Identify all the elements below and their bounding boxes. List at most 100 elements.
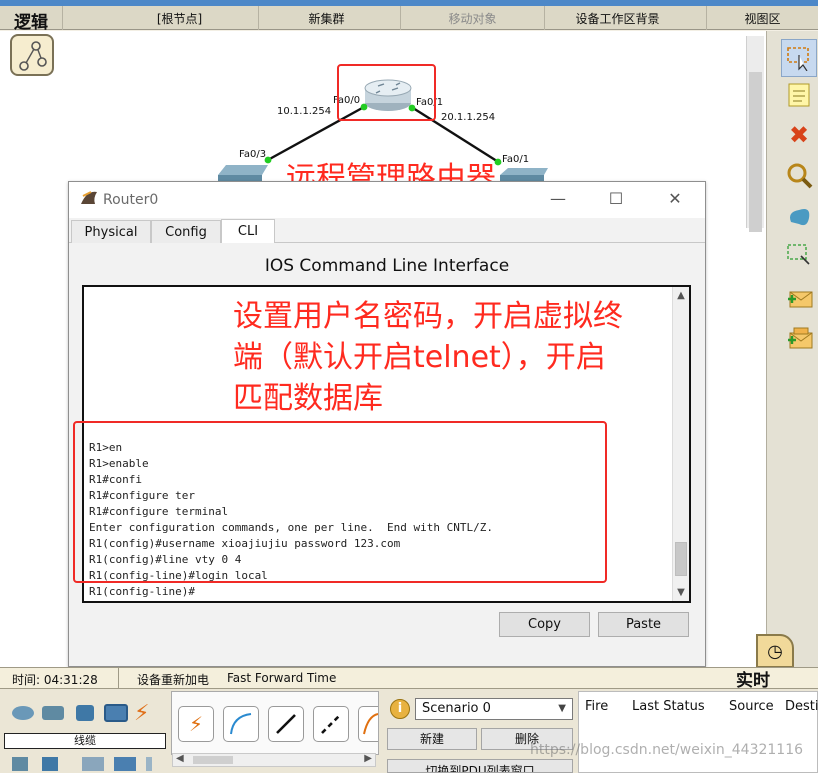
- connections-horizontal-scrollbar[interactable]: ◀ ▶: [172, 753, 376, 767]
- simple-pdu-icon: [788, 291, 813, 308]
- lightning-icon: ⚡: [188, 712, 204, 736]
- terminal-line: R1(config-line)#: [89, 585, 195, 598]
- workspace-vertical-scrollbar[interactable]: [746, 36, 764, 232]
- tool-palette: ✖: [766, 31, 818, 667]
- realtime-mode-label[interactable]: 实时: [736, 666, 770, 691]
- select-tool[interactable]: [781, 39, 817, 77]
- routers-category-icon[interactable]: [12, 706, 34, 720]
- router0-window: Router0 — ☐ ✕ Physical Config CLI IOS Co…: [68, 181, 706, 667]
- scroll-up-arrow-icon[interactable]: ▲: [673, 290, 689, 301]
- auto-connection-button[interactable]: ⚡: [178, 706, 214, 742]
- add-complex-pdu-tool[interactable]: [783, 323, 815, 355]
- terminal-line: R1>enable: [89, 457, 149, 470]
- workspace-background-button[interactable]: 设备工作区背景: [544, 6, 690, 30]
- tab-config[interactable]: Config: [151, 220, 221, 243]
- link-up-indicator: [408, 104, 416, 112]
- minimize-button[interactable]: —: [543, 186, 573, 212]
- terminal-output[interactable]: R1>en R1>enable R1#confi R1#configure ter R1…: [89, 440, 493, 600]
- chevron-down-icon: ▼: [558, 703, 566, 714]
- port-label-fa0-0: Fa0/0: [333, 95, 360, 106]
- terminal-line: R1#configure ter: [89, 489, 195, 502]
- shape-icon: [790, 209, 810, 226]
- config-annotation: 设置用户名密码，开启虚拟终 端（默认开启telnet），开启 匹配数据库: [233, 296, 623, 419]
- crossover-cable-icon: [321, 714, 341, 734]
- ip-label-right: 20.1.1.254: [441, 112, 495, 123]
- resize-shape-tool[interactable]: [783, 239, 815, 271]
- paste-button[interactable]: Paste: [598, 612, 689, 637]
- config-annotation-line: 匹配数据库: [233, 381, 383, 416]
- scenario-value: Scenario 0: [422, 701, 491, 716]
- delete-tool[interactable]: ✖: [783, 119, 815, 151]
- maximize-icon: ☐: [608, 189, 624, 208]
- wireless-category-icon[interactable]: [104, 704, 128, 722]
- terminal-scroll-thumb[interactable]: [675, 542, 687, 576]
- fiber-cable-icon: [362, 713, 378, 735]
- info-icon[interactable]: i: [390, 699, 410, 719]
- column-header-source[interactable]: Source: [729, 699, 774, 714]
- window-title: Router0: [103, 192, 159, 208]
- console-cable-icon: [230, 713, 252, 735]
- simulation-time: 时间: 04:31:28: [12, 673, 98, 687]
- inspect-tool[interactable]: [783, 159, 815, 191]
- terminal-line: R1#confi: [89, 473, 142, 486]
- link-up-indicator: [360, 103, 368, 111]
- switch1-port-label: Fa0/1: [502, 154, 529, 165]
- draw-shape-tool[interactable]: [783, 199, 815, 231]
- scenario-select[interactable]: Scenario 0 ▼: [415, 698, 573, 720]
- power-cycle-devices-button[interactable]: 设备重新加电: [137, 671, 209, 688]
- switches-category-icon[interactable]: [42, 706, 64, 720]
- clock-icon: ◷: [767, 640, 783, 662]
- cli-heading: IOS Command Line Interface: [264, 256, 510, 276]
- device-panel: ⚡ 线缆 ⚡ ◀ ▶ i Scenario 0 ▼ 新建 删除 切换到PDU列表…: [0, 689, 818, 773]
- note-icon: [788, 83, 810, 107]
- terminal-line: R1(config)#username xioajiujiu password …: [89, 537, 401, 550]
- note-tool[interactable]: [783, 79, 815, 111]
- console-cable-button[interactable]: [223, 706, 259, 742]
- column-header-destination[interactable]: Desti: [785, 699, 818, 714]
- end-devices-icons-row[interactable]: [12, 757, 152, 771]
- toggle-pdu-list-button[interactable]: 切换到PDU列表窗口: [387, 759, 573, 773]
- column-header-last-status[interactable]: Last Status: [632, 699, 705, 714]
- add-simple-pdu-tool[interactable]: [783, 283, 815, 315]
- copy-button[interactable]: Copy: [499, 612, 590, 637]
- router-icon[interactable]: [364, 79, 412, 111]
- connections-category-icon[interactable]: ⚡: [134, 701, 149, 726]
- crossover-cable-button[interactable]: [313, 706, 349, 742]
- hubs-category-icon[interactable]: [76, 705, 94, 721]
- realtime-mode-button[interactable]: ◷: [756, 634, 794, 668]
- terminal-scrollbar[interactable]: ▲ ▼: [672, 287, 689, 601]
- straight-through-cable-button[interactable]: [268, 706, 304, 742]
- scroll-left-arrow-icon[interactable]: ◀: [176, 753, 184, 764]
- ip-label-left: 10.1.1.254: [277, 106, 331, 117]
- watermark-text: https://blog.csdn.net/weixin_44321116: [530, 742, 804, 758]
- view-area-button[interactable]: 视图区: [706, 6, 818, 30]
- fast-forward-time-button[interactable]: Fast Forward Time: [227, 671, 336, 685]
- pdu-list-table: Fire Last Status Source Desti: [578, 691, 818, 773]
- tab-cli[interactable]: CLI: [221, 219, 275, 243]
- top-toolbar: 逻辑 [根节点] 新集群 移动对象 设备工作区背景 视图区: [0, 0, 818, 33]
- fiber-cable-button[interactable]: [358, 706, 378, 742]
- scrollbar-thumb[interactable]: [749, 72, 762, 232]
- cable-category-label: 线缆: [4, 733, 166, 749]
- new-cluster-button[interactable]: 新集群: [258, 6, 394, 30]
- config-annotation-line: 设置用户名密码，开启虚拟终: [233, 299, 623, 334]
- terminal-line: R1#configure terminal: [89, 505, 229, 518]
- maximize-button[interactable]: ☐: [601, 186, 631, 212]
- column-header-fire[interactable]: Fire: [585, 699, 608, 714]
- minimize-icon: —: [550, 189, 566, 208]
- scroll-down-arrow-icon[interactable]: ▼: [673, 587, 689, 598]
- window-titlebar[interactable]: Router0 — ☐ ✕: [69, 182, 705, 218]
- scroll-right-arrow-icon[interactable]: ▶: [364, 753, 372, 764]
- switch0-port-label: Fa0/3: [239, 149, 266, 160]
- port-label-fa0-1: Fa0/1: [416, 97, 443, 108]
- close-button[interactable]: ✕: [660, 186, 690, 212]
- move-object-button[interactable]: 移动对象: [400, 6, 544, 30]
- logic-tab-label[interactable]: 逻辑: [14, 8, 48, 33]
- window-tab-bar: Physical Config CLI: [69, 219, 705, 243]
- tab-physical[interactable]: Physical: [71, 220, 151, 243]
- connections-scroll-thumb[interactable]: [193, 756, 233, 764]
- new-scenario-button[interactable]: 新建: [387, 728, 477, 750]
- terminal-line: R1(config-line)#login local: [89, 569, 268, 582]
- magnifier-icon: [787, 163, 813, 189]
- status-bar: 时间: 04:31:28 设备重新加电 Fast Forward Time: [0, 667, 818, 689]
